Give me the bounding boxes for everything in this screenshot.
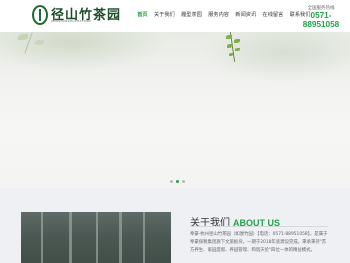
bamboo-stalk bbox=[119, 212, 122, 263]
hotline: 全国服务热线 0571-88951058 bbox=[297, 5, 345, 29]
plant-leaf bbox=[18, 34, 28, 40]
plant-leaf bbox=[227, 44, 232, 48]
logo-subtitle: JINGSHANZHUCHAYUAN bbox=[51, 20, 91, 23]
divider bbox=[190, 226, 328, 227]
nav-item-about[interactable]: 关于我们 bbox=[151, 11, 178, 20]
nav-item-home[interactable]: 首页 bbox=[134, 11, 151, 20]
bamboo-stalk bbox=[69, 212, 72, 263]
about-heading: 关于我们 ABOUT US bbox=[190, 211, 280, 230]
about-description: 奉豪·杭州径山竹茶园（如厘竹园）【电话：0571-88951058】，是属于奉豪… bbox=[190, 232, 328, 253]
bamboo-stalk bbox=[143, 212, 145, 263]
about-title-cn: 关于我们 bbox=[190, 218, 230, 229]
bamboo-forest-image bbox=[21, 212, 171, 263]
plant-leaf bbox=[234, 39, 240, 43]
plant-leaf bbox=[235, 48, 240, 51]
plant-leaf bbox=[226, 35, 232, 39]
logo-emblem-icon bbox=[32, 5, 48, 25]
hotline-number[interactable]: 0571-88951058 bbox=[297, 11, 345, 29]
nav-item-services[interactable]: 服务内容 bbox=[205, 11, 232, 20]
main-nav: 首页 关于我们 履型茶园 服务内容 新闻资讯 在线留言 联系我们 bbox=[134, 11, 314, 20]
nav-item-news[interactable]: 新闻资讯 bbox=[232, 11, 259, 20]
nav-item-message[interactable]: 在线留言 bbox=[259, 11, 286, 20]
slide-dot[interactable] bbox=[170, 180, 173, 183]
site-logo[interactable]: 径山竹茶园 JINGSHANZHUCHAYUAN bbox=[32, 5, 137, 27]
hero-banner[interactable] bbox=[0, 32, 350, 188]
bamboo-stalk bbox=[41, 212, 43, 263]
banner-pagination bbox=[170, 180, 185, 183]
slide-dot[interactable] bbox=[182, 180, 185, 183]
nav-item-tea-garden[interactable]: 履型茶园 bbox=[178, 11, 205, 20]
bamboo-stalk bbox=[96, 212, 98, 263]
plant-leaf bbox=[35, 40, 44, 45]
banner-backdrop bbox=[200, 32, 350, 82]
plant-leaf bbox=[229, 53, 233, 56]
about-section: 关于我们 ABOUT US 奉豪·杭州径山竹茶园（如厘竹园）【电话：0571-88… bbox=[0, 188, 350, 263]
site-header: 径山竹茶园 JINGSHANZHUCHAYUAN 首页 关于我们 履型茶园 服务… bbox=[0, 0, 350, 32]
slide-dot-active[interactable] bbox=[176, 180, 179, 183]
